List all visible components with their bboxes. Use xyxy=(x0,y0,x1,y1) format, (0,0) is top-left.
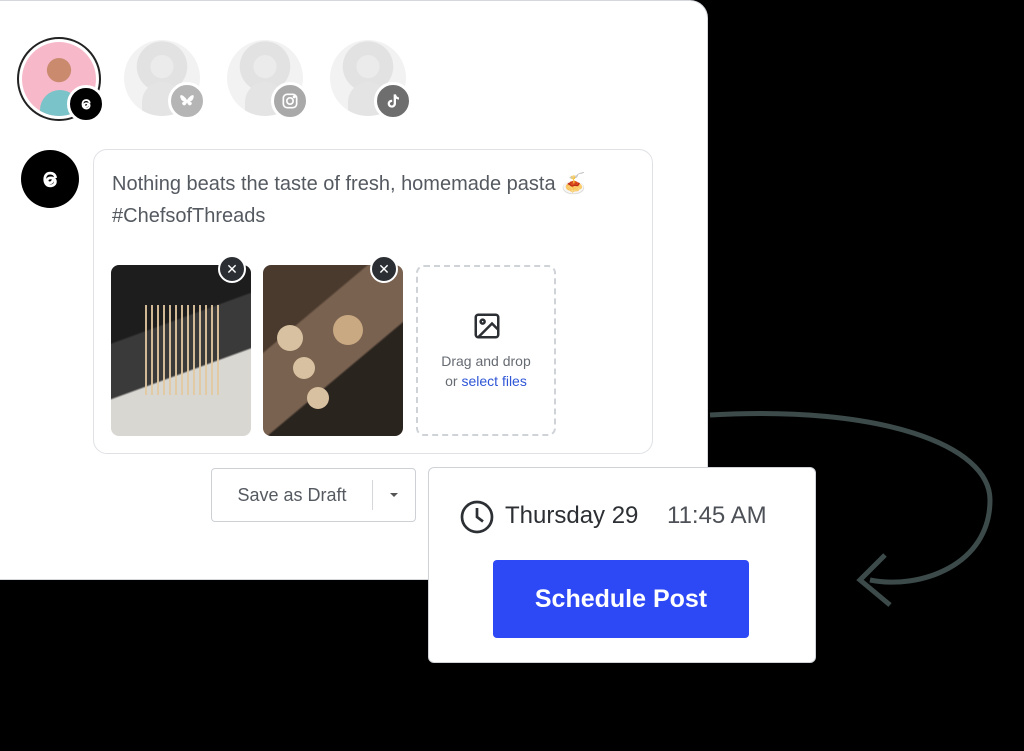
save-as-draft-label: Save as Draft xyxy=(212,480,373,510)
post-hashtag: #ChefsofThreads xyxy=(112,205,266,227)
threads-icon xyxy=(21,150,79,208)
butterfly-icon xyxy=(168,82,206,120)
tiktok-icon xyxy=(374,82,412,120)
post-editor[interactable]: Nothing beats the taste of fresh, homema… xyxy=(93,149,653,454)
dropzone-hint: Drag and drop xyxy=(441,353,531,369)
account-avatar-tiktok[interactable] xyxy=(330,40,412,120)
image-icon xyxy=(474,313,500,339)
schedule-post-button[interactable]: Schedule Post xyxy=(493,560,749,638)
select-files-link[interactable]: select files xyxy=(461,373,526,389)
schedule-date[interactable]: Thursday 29 xyxy=(505,502,638,530)
media-thumbnail xyxy=(111,265,251,436)
close-icon: ✕ xyxy=(226,260,238,277)
account-avatar-bluesky[interactable] xyxy=(124,40,206,120)
dropzone-hint-secondary: or select files xyxy=(418,373,554,389)
instagram-icon xyxy=(271,82,309,120)
chevron-down-icon[interactable] xyxy=(373,491,415,499)
account-avatar-threads[interactable] xyxy=(17,37,105,123)
media-thumbnail xyxy=(263,265,403,436)
dropzone-prefix: or xyxy=(445,373,462,389)
media-dropzone[interactable]: Drag and drop or select files xyxy=(416,265,556,436)
clock-icon xyxy=(460,500,494,534)
remove-media-button[interactable]: ✕ xyxy=(218,255,246,283)
post-text-line: Nothing beats the taste of fresh, homema… xyxy=(112,173,587,195)
remove-media-button[interactable]: ✕ xyxy=(370,255,398,283)
account-avatar-instagram[interactable] xyxy=(227,40,309,120)
post-text[interactable]: Nothing beats the taste of fresh, homema… xyxy=(112,168,632,232)
save-as-draft-button[interactable]: Save as Draft xyxy=(211,468,416,522)
close-icon: ✕ xyxy=(378,260,390,277)
schedule-card: Thursday 29 11:45 AM Schedule Post xyxy=(428,467,816,663)
schedule-time[interactable]: 11:45 AM xyxy=(667,502,767,530)
threads-icon xyxy=(67,85,105,123)
